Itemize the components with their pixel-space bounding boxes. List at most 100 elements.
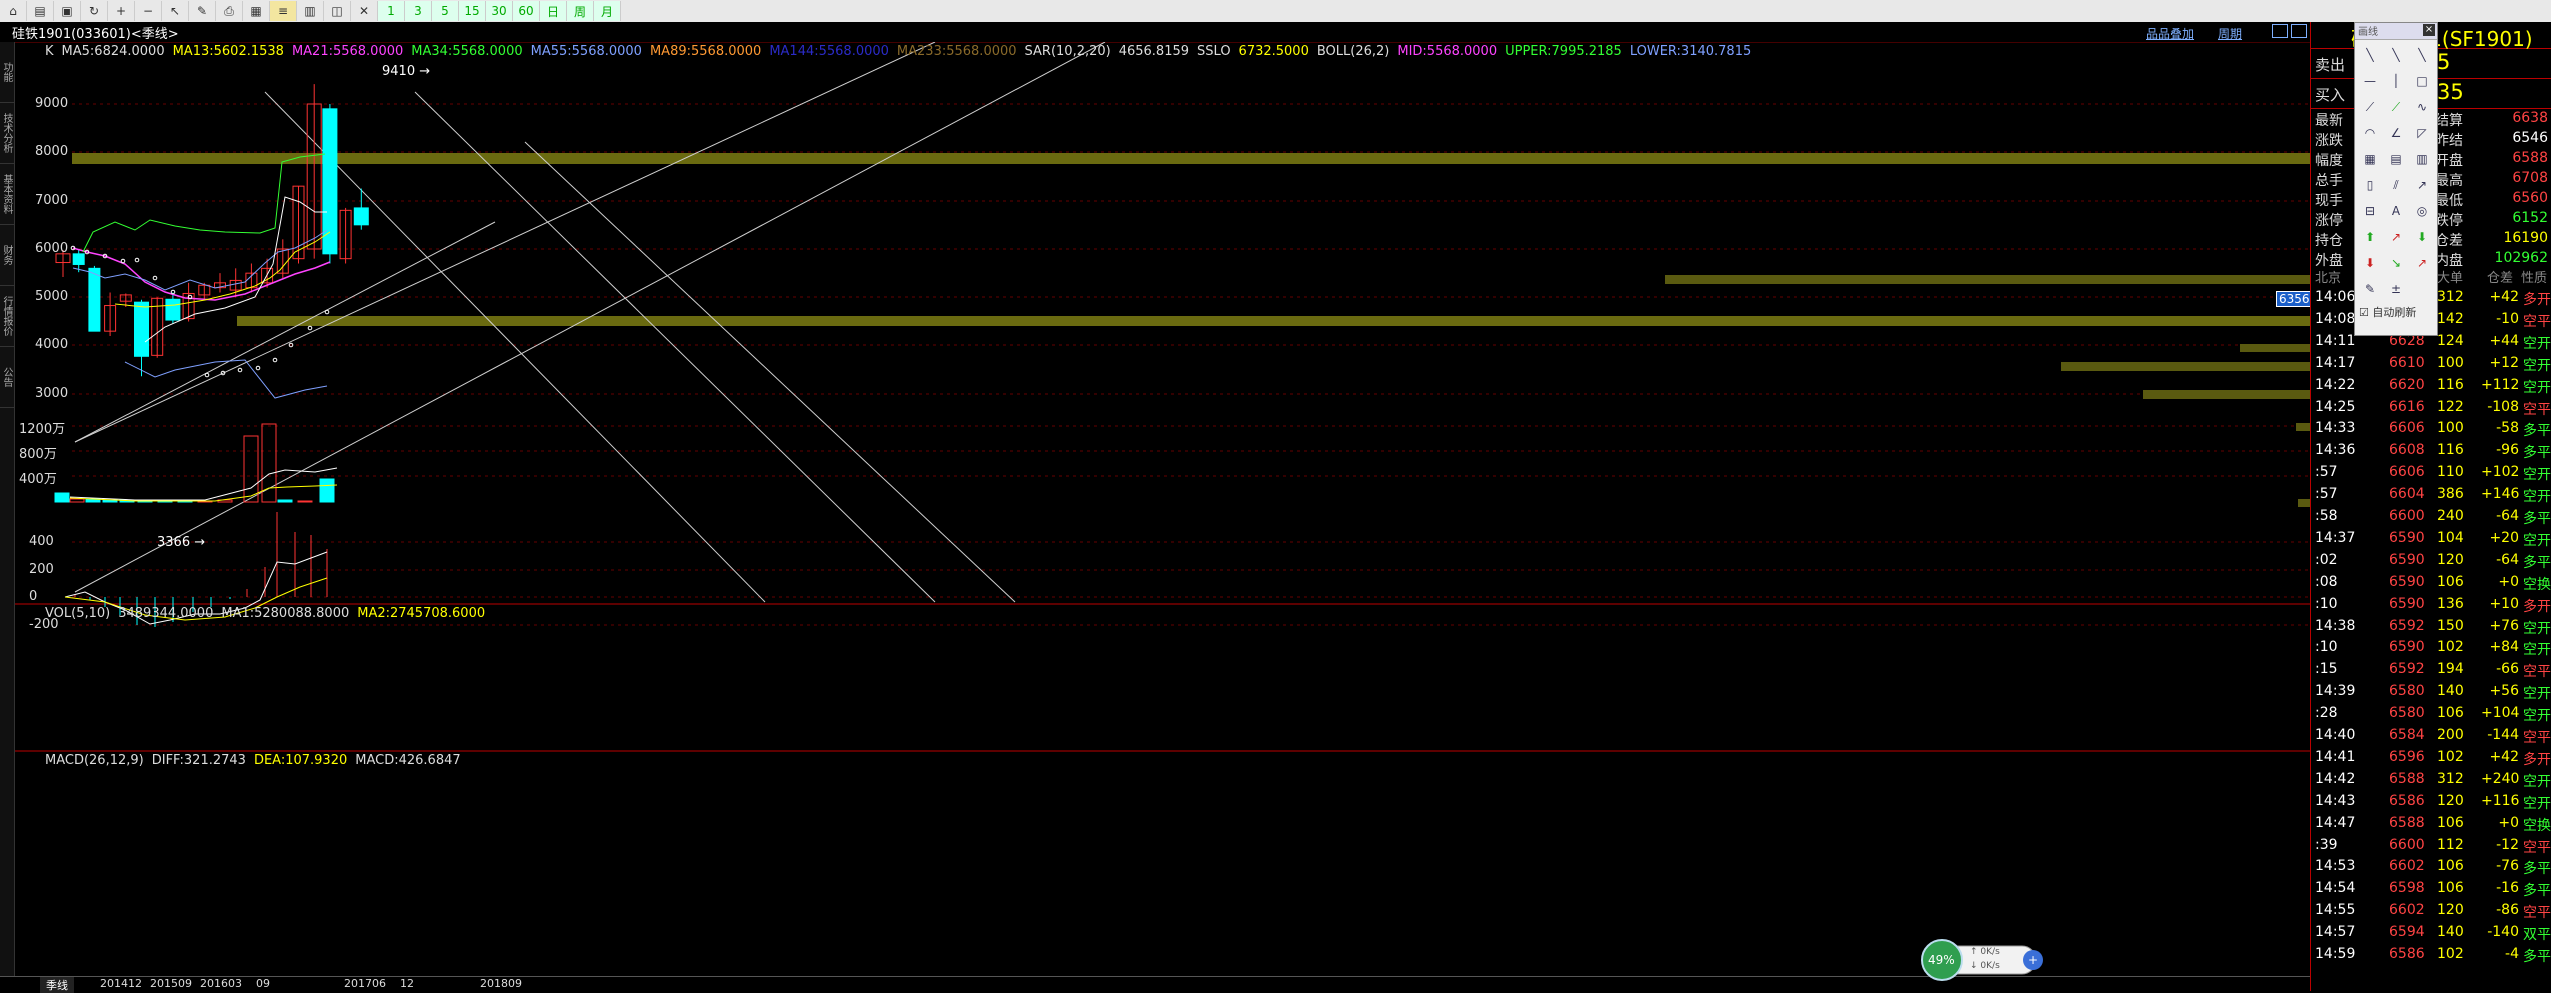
- chart-area[interactable]: K MA5:6824.0000 MA13:5602.1538 MA21:5568.00…: [15, 41, 2310, 977]
- percent-icon[interactable]: ▥: [2409, 146, 2435, 172]
- chart-title: 硅铁1901(033601)<季线>: [12, 27, 179, 42]
- main-indicators: K MA5:6824.0000 MA13:5602.1538 MA21:5568.00…: [45, 44, 1759, 59]
- restore-icon[interactable]: [2291, 24, 2307, 38]
- current-price-label: 6356: [2276, 291, 2313, 307]
- resistance-band: [237, 316, 2310, 326]
- tick-row: :15 6592 194 -66 空平: [2315, 661, 2551, 681]
- network-widget[interactable]: + 49% ↑ 0K/s ↓ 0K/s: [1920, 938, 2048, 982]
- angle-icon[interactable]: ∠: [2383, 120, 2409, 146]
- candle: [353, 207, 369, 226]
- grid-icon[interactable]: ▦: [243, 1, 270, 21]
- minimize-icon[interactable]: [2272, 24, 2288, 38]
- fib-icon[interactable]: ▤: [2383, 146, 2409, 172]
- period-button-18[interactable]: 30: [486, 1, 513, 21]
- period-button-19[interactable]: 60: [513, 1, 540, 21]
- vline-icon[interactable]: │: [2383, 68, 2409, 94]
- y-tick: 0: [29, 589, 38, 604]
- speed-icon[interactable]: ↗: [2409, 172, 2435, 198]
- up-arrow-icon[interactable]: ⬆: [2357, 224, 2383, 250]
- down-icon[interactable]: ⬇: [2357, 250, 2383, 276]
- ray-icon[interactable]: ╲: [2383, 42, 2409, 68]
- indicator-value: MA55:5568.0000: [530, 44, 642, 59]
- print-icon[interactable]: ⎙: [216, 1, 243, 21]
- cycle-icon[interactable]: ▯: [2357, 172, 2383, 198]
- drawing-palette: 画线 × ╲ ╲ ╲ — │ □ ⟋ ⟋ ∿ ◠ ∠ ◸ ▦ ▤ ▥ ▯ ⫽ ↗ ⊟ A ◎ ⬆ ↗ ⬇ ⬇ ↘ ↗ ✎ ± ☑ 自动刷…: [2354, 22, 2438, 336]
- palette-title: 画线 ×: [2355, 23, 2437, 40]
- y-tick: 6000: [35, 241, 69, 256]
- x-tick: 201706: [344, 977, 386, 990]
- refresh-icon[interactable]: ↻: [81, 1, 108, 21]
- regress-icon[interactable]: ⊟: [2357, 198, 2383, 224]
- wave-icon[interactable]: ∿: [2409, 94, 2435, 120]
- plus-minus-icon[interactable]: ±: [2383, 276, 2409, 302]
- home-icon[interactable]: ⌂: [0, 1, 27, 21]
- channel-icon[interactable]: ╲: [2409, 42, 2435, 68]
- tick-row: 14:43 6586 120 +116 空开: [2315, 792, 2551, 812]
- indicator-value: MA5:6824.0000: [61, 44, 165, 59]
- period-button-15[interactable]: 3: [405, 1, 432, 21]
- pencil-icon[interactable]: ✎: [2357, 276, 2383, 302]
- up-right-icon[interactable]: ↗: [2409, 250, 2435, 276]
- segment-icon[interactable]: ⟋: [2357, 94, 2383, 120]
- menu-icon[interactable]: ≡: [270, 1, 297, 21]
- chart-icon[interactable]: ◫: [324, 1, 351, 21]
- period-button-22[interactable]: 月: [594, 1, 621, 21]
- y-tick: 4000: [35, 337, 69, 352]
- x-tick: 09: [256, 977, 270, 990]
- fan-icon[interactable]: ◸: [2409, 120, 2435, 146]
- candle: [165, 298, 181, 321]
- resistance-band: [1665, 275, 2310, 284]
- tick-row: :08 6590 106 +0 空换: [2315, 573, 2551, 593]
- resistance-band: [2143, 390, 2310, 399]
- zoom-out-icon[interactable]: −: [135, 1, 162, 21]
- period-link[interactable]: 周期: [2218, 25, 2242, 42]
- bar-icon[interactable]: ▥: [297, 1, 324, 21]
- side-tab-4[interactable]: 行情报价: [0, 286, 14, 347]
- period-button-20[interactable]: 日: [540, 1, 567, 21]
- hline-icon[interactable]: —: [2357, 68, 2383, 94]
- line-icon[interactable]: ╲: [2357, 42, 2383, 68]
- cross-icon[interactable]: ✕: [351, 1, 378, 21]
- period-button-16[interactable]: 5: [432, 1, 459, 21]
- candle: [134, 301, 149, 357]
- pointer-icon[interactable]: ↖: [162, 1, 189, 21]
- y-tick: 3000: [35, 386, 69, 401]
- side-tab-3[interactable]: 财务: [0, 225, 14, 286]
- indicator-value: MA13:5602.1538: [172, 44, 284, 59]
- sar-dot: [134, 257, 140, 263]
- indicator-value: UPPER:7995.2185: [1505, 44, 1622, 59]
- y-tick: 400: [29, 534, 54, 549]
- arrow-line-icon[interactable]: ⟋: [2383, 94, 2409, 120]
- arc-icon[interactable]: ◠: [2357, 120, 2383, 146]
- side-tab-0[interactable]: 功能: [0, 42, 14, 103]
- folder-icon[interactable]: ▤: [27, 1, 54, 21]
- sar-dot: [152, 275, 158, 281]
- side-tab-1[interactable]: 技术分析: [0, 103, 14, 164]
- auto-refresh-checkbox[interactable]: ☑ 自动刷新: [2355, 304, 2437, 320]
- gann-icon[interactable]: ▦: [2357, 146, 2383, 172]
- zoom-in-icon[interactable]: +: [108, 1, 135, 21]
- down-right-icon[interactable]: ↘: [2383, 250, 2409, 276]
- text-icon[interactable]: A: [2383, 198, 2409, 224]
- period-button-17[interactable]: 15: [459, 1, 486, 21]
- tick-row: 14:53 6602 106 -76 多平: [2315, 858, 2551, 878]
- save-icon[interactable]: ▣: [54, 1, 81, 21]
- period-button-14[interactable]: 1: [378, 1, 405, 21]
- overlay-product-link[interactable]: 品品叠加: [2146, 25, 2194, 42]
- rect-icon[interactable]: □: [2409, 68, 2435, 94]
- down-arrow-icon[interactable]: ⬇: [2409, 224, 2435, 250]
- side-tab-5[interactable]: 公告: [0, 347, 14, 408]
- tick-row: 14:59 6586 102 -4 多平: [2315, 946, 2551, 965]
- up-right-arrow-icon[interactable]: ↗: [2383, 224, 2409, 250]
- side-tab-2[interactable]: 基本资料: [0, 164, 14, 225]
- tick-row: :39 6600 112 -12 空平: [2315, 836, 2551, 856]
- pen-icon[interactable]: ✎: [189, 1, 216, 21]
- parallel-icon[interactable]: ⫽: [2383, 172, 2409, 198]
- ellipse-icon[interactable]: ◎: [2409, 198, 2435, 224]
- close-icon[interactable]: ×: [2423, 24, 2435, 36]
- period-button-21[interactable]: 周: [567, 1, 594, 21]
- y-tick: 7000: [35, 193, 69, 208]
- tick-row: 14:54 6598 106 -16 多平: [2315, 880, 2551, 900]
- resistance-band: [2240, 344, 2310, 352]
- tick-row: 14:17 6610 100 +12 空开: [2315, 354, 2551, 374]
